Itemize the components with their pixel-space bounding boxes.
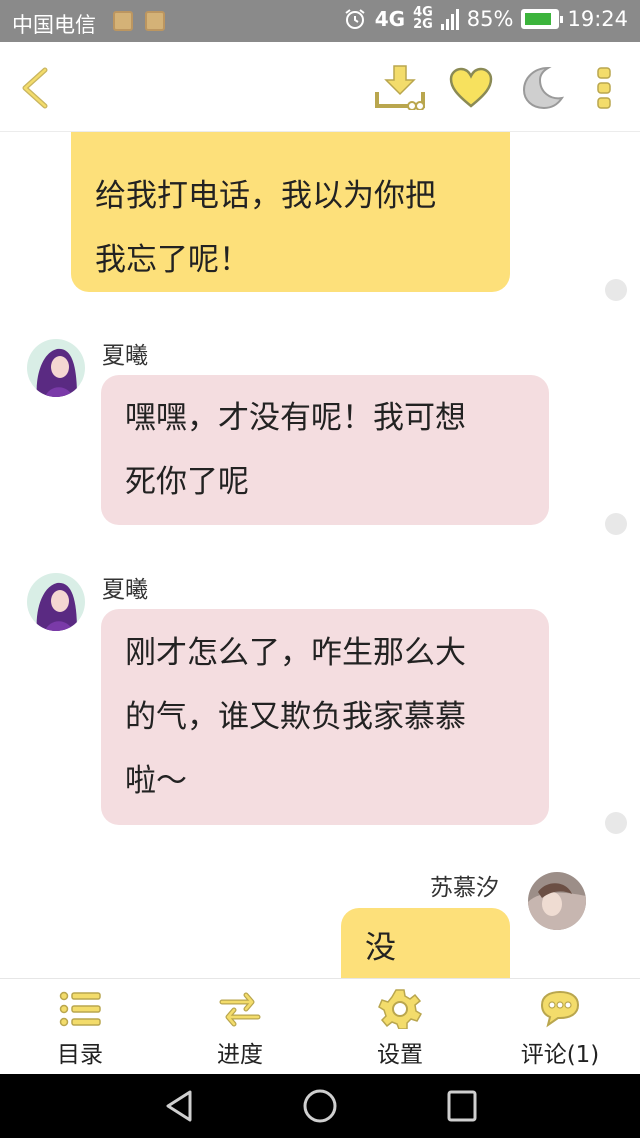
paragraph-marker-dot[interactable] xyxy=(605,812,627,834)
toolbar-label: 目录 xyxy=(57,1042,103,1068)
toolbar-label: 进度 xyxy=(217,1042,263,1068)
message-line: 给我打电话，我以为你把 xyxy=(95,178,436,214)
comment-bubble-icon xyxy=(540,990,580,1028)
toolbar-item-progress[interactable]: 进度 xyxy=(160,979,320,1074)
list-icon xyxy=(59,991,101,1027)
toolbar-label: 评论(1) xyxy=(520,1042,600,1068)
avatar[interactable] xyxy=(528,872,586,930)
sender-name: 夏曦 xyxy=(102,577,148,603)
message-line: 死你了呢 xyxy=(125,464,249,500)
status-time: 19:24 xyxy=(567,7,628,31)
toolbar-item-settings[interactable]: 设置 xyxy=(320,979,480,1074)
toolbar-label: 设置 xyxy=(377,1042,423,1068)
reader-toolbar: 目录 进度 设置 评论(1) xyxy=(0,978,640,1074)
square-recents-icon[interactable] xyxy=(446,1088,478,1124)
reader-header xyxy=(0,42,640,132)
message-bubble: 给我打电话，我以为你把 我忘了呢！ xyxy=(71,132,510,292)
carrier-name: 中国电信 xyxy=(12,13,96,37)
sender-name: 苏慕汐 xyxy=(430,875,499,901)
chat-area[interactable]: 给我打电话，我以为你把 我忘了呢！ 夏曦 嘿嘿，才没有呢！我可想 死你了呢 夏曦… xyxy=(0,132,640,978)
notification-image-icon xyxy=(145,11,165,31)
message-bubble: 嘿嘿，才没有呢！我可想 死你了呢 xyxy=(101,375,549,525)
gear-icon xyxy=(378,989,422,1029)
triangle-back-icon[interactable] xyxy=(163,1088,195,1124)
sender-name: 夏曦 xyxy=(102,343,148,369)
download-icon[interactable] xyxy=(374,64,426,110)
message-bubble: 刚才怎么了，咋生那么大 的气，谁又欺负我家慕慕 啦～ xyxy=(101,609,549,825)
message-line: 的气，谁又欺负我家慕慕 xyxy=(125,699,466,735)
paragraph-marker-dot[interactable] xyxy=(605,513,627,535)
swap-arrows-icon xyxy=(219,992,261,1027)
chevron-left-icon[interactable] xyxy=(18,66,50,110)
paragraph-marker-dot[interactable] xyxy=(605,279,627,301)
status-bar: 中国电信 4G 4G 2G 85% 19:24 xyxy=(0,0,640,42)
message-bubble: 没事…… xyxy=(341,908,510,978)
moon-icon[interactable] xyxy=(520,64,564,110)
battery-percent: 85% xyxy=(466,7,514,31)
network-sub-label: 4G 2G xyxy=(413,5,433,32)
system-nav-bar xyxy=(0,1074,640,1138)
avatar[interactable] xyxy=(27,573,85,631)
toolbar-item-catalog[interactable]: 目录 xyxy=(0,979,160,1074)
alarm-icon xyxy=(345,9,365,29)
message-line: 没事…… xyxy=(365,930,396,966)
message-line: 我忘了呢！ xyxy=(95,242,250,278)
notification-app-icon xyxy=(113,11,133,31)
signal-icon xyxy=(440,9,459,30)
network-type-label: 4G xyxy=(374,7,406,31)
toolbar-item-comments[interactable]: 评论(1) xyxy=(480,979,640,1074)
heart-icon[interactable] xyxy=(448,66,494,110)
battery-icon xyxy=(521,9,564,29)
more-vertical-icon[interactable] xyxy=(595,66,613,110)
message-line: 刚才怎么了，咋生那么大 xyxy=(125,635,466,671)
message-line: 啦～ xyxy=(125,763,187,799)
circle-home-icon[interactable] xyxy=(302,1088,338,1124)
message-line: 嘿嘿，才没有呢！我可想 xyxy=(125,400,466,436)
avatar[interactable] xyxy=(27,339,85,397)
